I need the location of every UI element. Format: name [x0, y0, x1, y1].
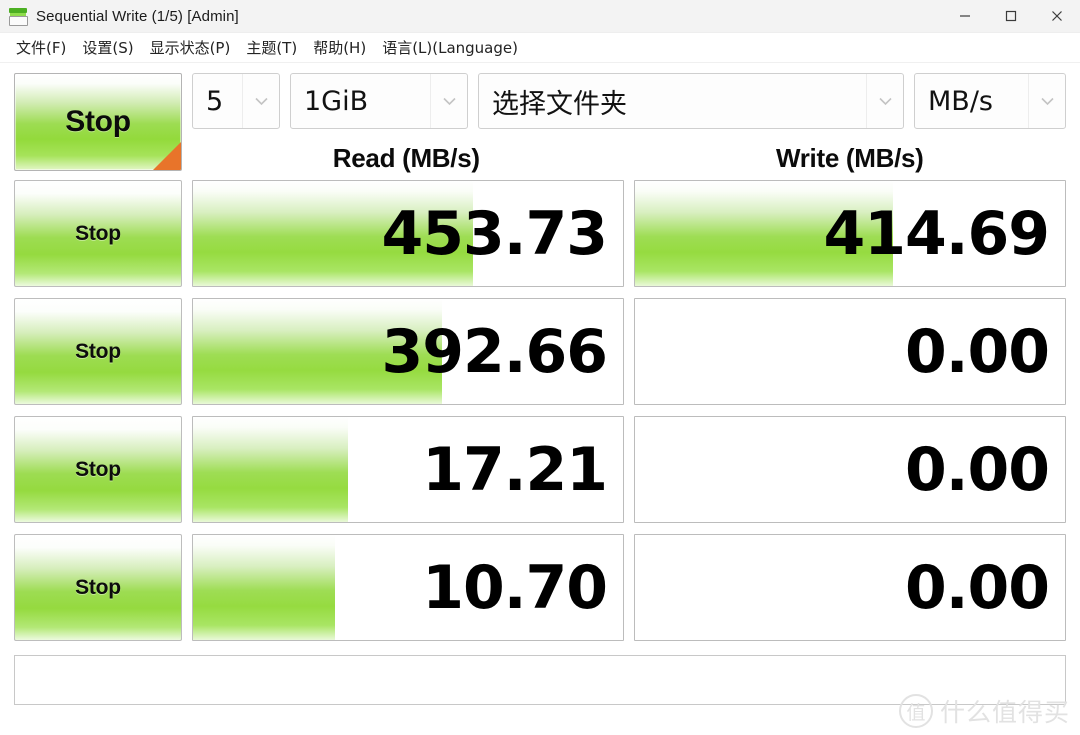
row-stop-label: Stop: [75, 457, 121, 481]
write-meter: 414.69: [634, 180, 1066, 287]
write-meter: 0.00: [634, 298, 1066, 405]
row-stop-label: Stop: [75, 575, 121, 599]
read-value: 392.66: [381, 316, 608, 387]
write-value: 0.00: [904, 316, 1050, 387]
row-stop-label: Stop: [75, 339, 121, 363]
drive-icon: [9, 7, 28, 26]
write-meter: 0.00: [634, 534, 1066, 641]
status-box[interactable]: [14, 655, 1066, 705]
result-rows: Stop 453.73 414.69 Stop 392.66 0.00 Stop: [0, 180, 1080, 641]
run-count-select[interactable]: 5: [192, 73, 280, 129]
table-row: Stop 10.70 0.00: [14, 534, 1066, 641]
menu-item-language[interactable]: 语言(L)(Language): [374, 35, 526, 60]
read-meter: 453.73: [192, 180, 624, 287]
chevron-down-icon[interactable]: [1028, 74, 1065, 128]
table-row: Stop 17.21 0.00: [14, 416, 1066, 523]
main-stop-button[interactable]: Stop: [14, 73, 182, 171]
read-meter-fill: [193, 417, 348, 522]
read-meter: 17.21: [192, 416, 624, 523]
row-stop-button[interactable]: Stop: [14, 298, 182, 405]
row-stop-button[interactable]: Stop: [14, 534, 182, 641]
menu-item-file[interactable]: 文件(F): [8, 35, 74, 60]
window-controls: [942, 0, 1080, 32]
read-value: 10.70: [422, 552, 608, 623]
read-meter-fill: [193, 535, 335, 640]
write-value: 414.69: [823, 198, 1050, 269]
menu-bar: 文件(F) 设置(S) 显示状态(P) 主题(T) 帮助(H) 语言(L)(La…: [0, 33, 1080, 63]
write-meter: 0.00: [634, 416, 1066, 523]
table-row: Stop 453.73 414.69: [14, 180, 1066, 287]
table-row: Stop 392.66 0.00: [14, 298, 1066, 405]
maximize-icon[interactable]: [988, 0, 1034, 32]
title-bar: Sequential Write (1/5) [Admin]: [0, 0, 1080, 33]
menu-item-theme[interactable]: 主题(T): [238, 35, 305, 60]
row-stop-button[interactable]: Stop: [14, 416, 182, 523]
folder-value: 选择文件夹: [492, 88, 627, 120]
read-value: 17.21: [422, 434, 608, 505]
progress-corner-indicator: [153, 142, 181, 170]
read-meter: 392.66: [192, 298, 624, 405]
write-column-header: Write (MB/s): [775, 142, 924, 173]
write-value: 0.00: [904, 552, 1050, 623]
chevron-down-icon[interactable]: [866, 74, 903, 128]
row-stop-button[interactable]: Stop: [14, 180, 182, 287]
status-text: [15, 656, 1065, 668]
run-count-value: 5: [206, 85, 224, 117]
folder-select[interactable]: 选择文件夹: [478, 73, 904, 129]
close-icon[interactable]: [1034, 0, 1080, 32]
test-size-value: 1GiB: [304, 85, 369, 117]
main-stop-label: Stop: [65, 105, 131, 138]
row-stop-label: Stop: [75, 221, 121, 245]
chevron-down-icon[interactable]: [242, 74, 279, 128]
menu-item-help[interactable]: 帮助(H): [305, 35, 374, 60]
read-meter: 10.70: [192, 534, 624, 641]
chevron-down-icon[interactable]: [430, 74, 467, 128]
test-size-select[interactable]: 1GiB: [290, 73, 468, 129]
read-column-header: Read (MB/s): [332, 142, 480, 173]
unit-value: MB/s: [928, 85, 993, 117]
minimize-icon[interactable]: [942, 0, 988, 32]
menu-item-display-status[interactable]: 显示状态(P): [142, 35, 239, 60]
window-title: Sequential Write (1/5) [Admin]: [36, 7, 239, 25]
menu-item-settings[interactable]: 设置(S): [74, 35, 141, 60]
toolbar: Stop 5 1GiB 选择文件夹 MB/s: [0, 63, 1080, 171]
unit-select[interactable]: MB/s: [914, 73, 1066, 129]
write-value: 0.00: [904, 434, 1050, 505]
read-value: 453.73: [381, 198, 608, 269]
